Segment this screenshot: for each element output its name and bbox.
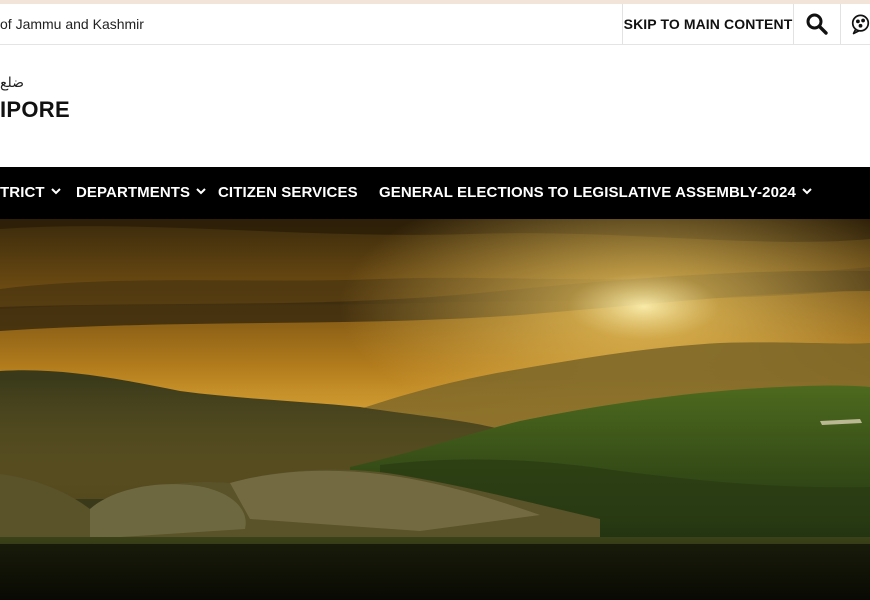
main-navigation: TRICT DEPARTMENTS CITIZEN SERVICES GENER… (0, 167, 870, 219)
nav-item-departments[interactable]: DEPARTMENTS (76, 167, 206, 219)
top-utility-bar: of Jammu and Kashmir SKIP TO MAIN CONTEN… (0, 0, 870, 45)
chevron-down-icon (196, 187, 206, 194)
chevron-down-icon (50, 187, 61, 194)
nav-item-label: TRICT (0, 184, 45, 201)
hero-banner (0, 219, 870, 600)
skip-to-main-content-link[interactable]: SKIP TO MAIN CONTENT (622, 4, 794, 44)
search-button[interactable] (794, 4, 841, 44)
district-name-urdu: ضلع (0, 75, 24, 91)
nav-item-label: CITIZEN SERVICES (218, 184, 358, 201)
nav-item-label: DEPARTMENTS (76, 184, 191, 201)
site-branding: ضلع IPORE (0, 45, 870, 167)
government-link[interactable]: of Jammu and Kashmir (0, 4, 144, 44)
nav-item-district[interactable]: TRICT (0, 167, 61, 219)
nav-item-general-elections[interactable]: GENERAL ELECTIONS TO LEGISLATIVE ASSEMBL… (379, 167, 812, 219)
district-name-heading[interactable]: IPORE (0, 97, 70, 123)
social-media-button[interactable] (841, 4, 870, 44)
nav-item-label: GENERAL ELECTIONS TO LEGISLATIVE ASSEMBL… (379, 184, 796, 201)
social-share-icon (851, 14, 870, 35)
landscape-banner-image (0, 219, 870, 600)
chevron-down-icon (802, 187, 812, 194)
nav-item-citizen-services[interactable]: CITIZEN SERVICES (218, 167, 358, 219)
search-icon (806, 13, 828, 35)
